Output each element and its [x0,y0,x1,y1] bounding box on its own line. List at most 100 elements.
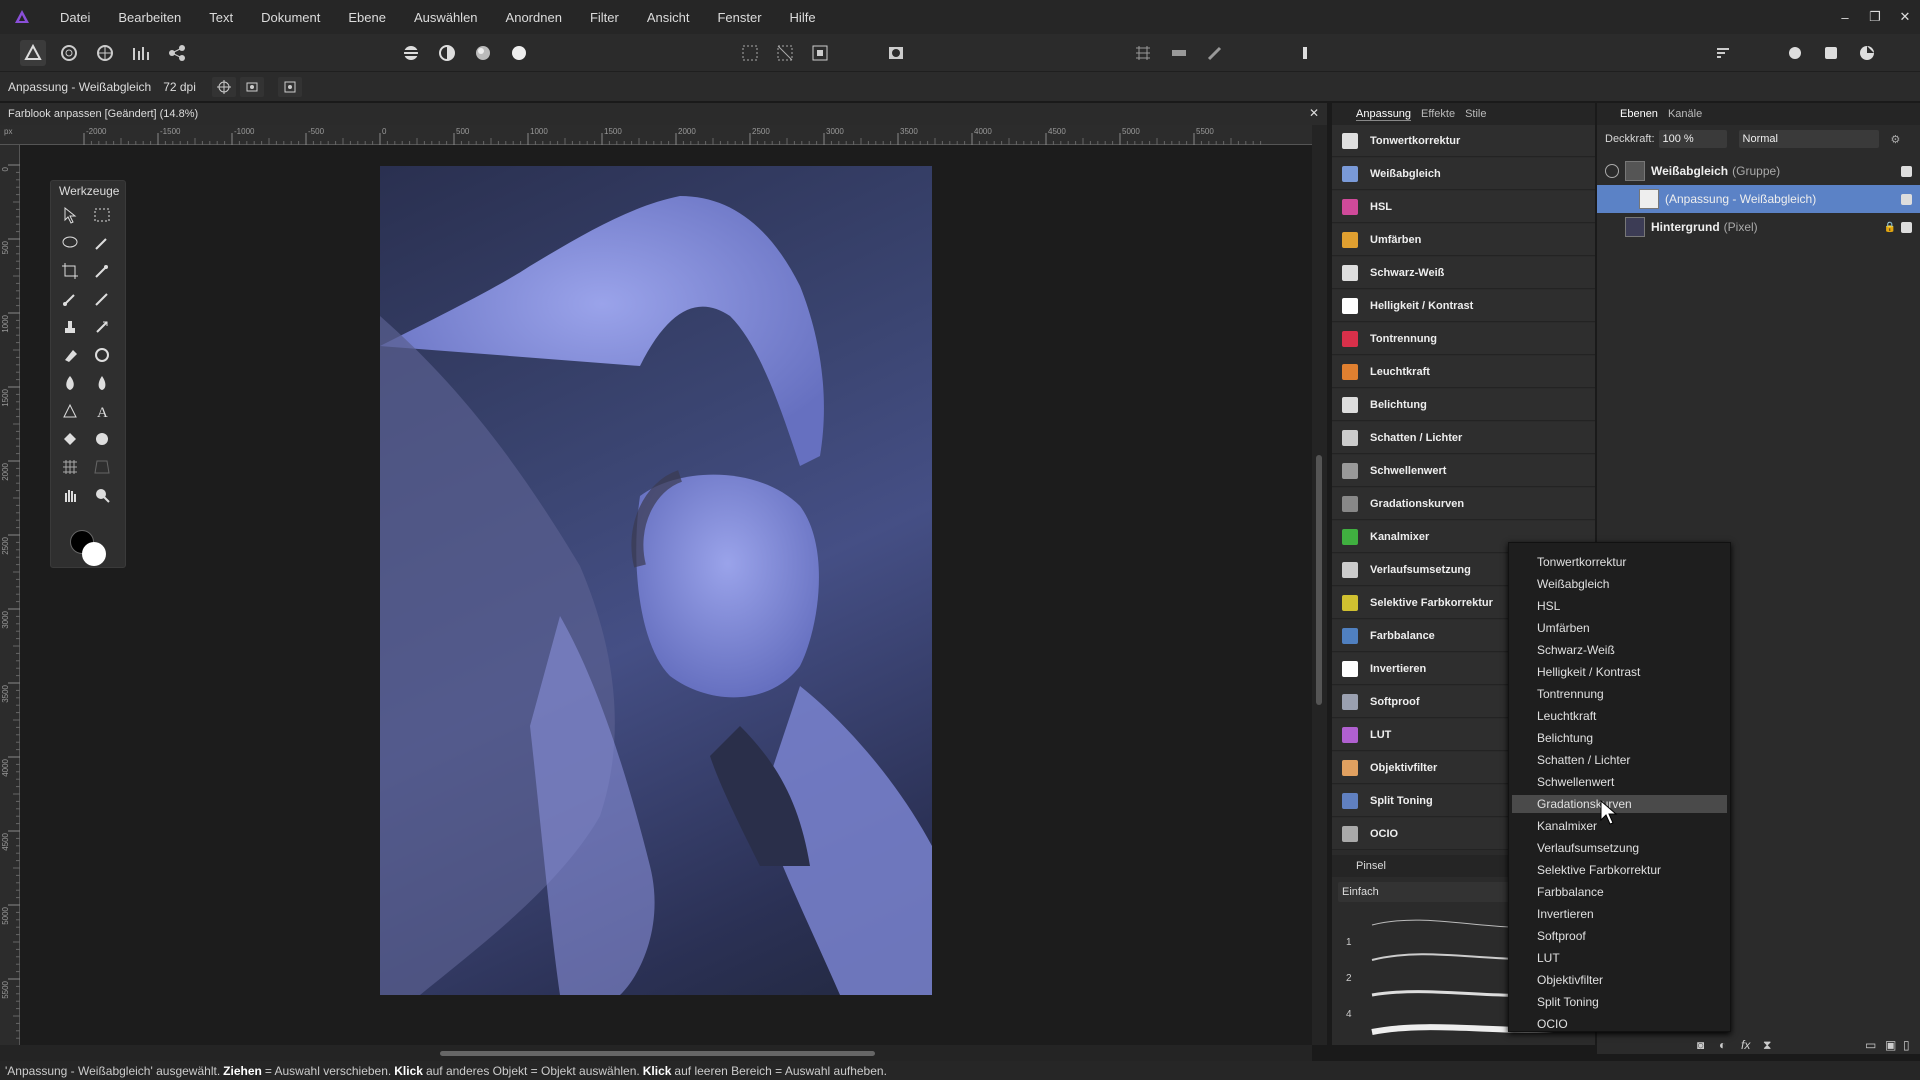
ruler-vertical[interactable]: 0 500 1000 1500 2000 2500 3000 3500 4000 4500 5000… [0,145,20,1045]
adjustment-item[interactable]: Gradationskurven [1332,488,1595,520]
adjustment-icon[interactable]: ◐ [1719,1038,1726,1052]
layer-row-selected[interactable]: (Anpassung - Weißabgleich) [1597,185,1920,213]
adjustment-item[interactable]: Schatten / Lichter [1332,422,1595,454]
gear-icon[interactable]: ⚙ [1891,133,1901,146]
restore-button[interactable]: ❐ [1860,9,1890,25]
layer-visibility-checkbox[interactable] [1901,221,1912,233]
popup-menu-item[interactable]: Objektivfilter [1512,971,1727,989]
undo-brush-tool-icon[interactable] [89,315,115,339]
menu-dokument[interactable]: Dokument [261,10,320,25]
assistant-icon[interactable] [1782,40,1808,66]
menu-filter[interactable]: Filter [590,10,619,25]
flood-fill-tool-icon[interactable] [57,427,83,451]
adjustment-item[interactable]: Schwarz-Weiß [1332,257,1595,289]
folder-icon[interactable]: ▭ [1865,1038,1876,1052]
brush-options-icon[interactable] [1202,40,1228,66]
opacity-input[interactable]: 100 % [1658,130,1727,148]
transform-origin-icon[interactable] [277,76,302,97]
popup-menu-item[interactable]: Schatten / Lichter [1512,751,1727,769]
popup-menu-item[interactable]: Schwellenwert [1512,773,1727,791]
popup-menu-item[interactable]: Split Toning [1512,993,1727,1011]
vertical-scrollbar[interactable] [1312,125,1327,1045]
healing-brush-tool-icon[interactable] [89,343,115,367]
popup-menu-item[interactable]: Kanalmixer [1512,817,1727,835]
popup-menu-item[interactable]: Selektive Farbkorrektur [1512,861,1727,879]
clone-stamp-tool-icon[interactable] [57,315,83,339]
adjustment-item[interactable]: Tonwertkorrektur [1332,125,1595,157]
layer-row[interactable]: Hintergrund (Pixel) 🔒 [1597,213,1920,241]
deselect-icon[interactable] [772,40,798,66]
liquify-persona-icon[interactable] [56,40,82,66]
tab-anpassung[interactable]: Anpassung [1356,108,1412,121]
close-window-button[interactable]: ✕ [1890,9,1920,25]
zoom-tool-icon[interactable] [89,483,115,507]
adjustment-item[interactable]: Tontrennung [1332,323,1595,355]
menu-ebene[interactable]: Ebene [348,10,386,25]
menu-hilfe[interactable]: Hilfe [790,10,816,25]
menu-bearbeiten[interactable]: Bearbeiten [118,10,181,25]
perspective-tool-icon[interactable] [89,455,115,479]
popup-menu-item[interactable]: Verlaufsumsetzung [1512,839,1727,857]
shape-tool-icon[interactable] [89,427,115,451]
layer-row[interactable]: Weißabgleich (Gruppe) [1597,157,1920,185]
new-layer-icon[interactable]: ▣ [1885,1038,1896,1052]
dodge-tool-icon[interactable] [57,371,83,395]
document-tab[interactable]: Farblook anpassen [Geändert] (14.8%) ✕ [0,103,1327,125]
tonemapping-persona-icon[interactable] [128,40,154,66]
mask-icon[interactable]: ◙ [1697,1038,1704,1052]
blur-tool-icon[interactable] [89,371,115,395]
fx-icon[interactable]: fx [1741,1038,1750,1052]
adjustment-item[interactable]: Weißabgleich [1332,158,1595,190]
adjustment-item[interactable]: Helligkeit / Kontrast [1332,290,1595,322]
mesh-warp-tool-icon[interactable] [57,455,83,479]
menu-anordnen[interactable]: Anordnen [506,10,562,25]
popup-menu-item[interactable]: Invertieren [1512,905,1727,923]
pin-icon[interactable] [1292,40,1318,66]
popup-menu-item[interactable]: Leuchtkraft [1512,707,1727,725]
popup-menu-item[interactable]: Gradationskurven [1512,795,1727,813]
auto-white-balance-icon[interactable] [506,40,532,66]
eraser-tool-icon[interactable] [57,343,83,367]
horizontal-scroll-thumb[interactable] [440,1051,875,1056]
close-document-icon[interactable]: ✕ [1309,106,1319,120]
secondary-color-swatch[interactable] [82,542,106,566]
hand-tool-icon[interactable] [57,483,83,507]
menu-fenster[interactable]: Fenster [717,10,761,25]
lasso-tool-icon[interactable] [57,231,83,255]
tab-pinsel[interactable]: Pinsel [1356,860,1386,872]
popup-menu-item[interactable]: Softproof [1512,927,1727,945]
menu-datei[interactable]: Datei [60,10,90,25]
photo-canvas-image[interactable] [380,166,932,995]
tab-kanaele[interactable]: Kanäle [1668,108,1702,120]
auto-colors-icon[interactable] [470,40,496,66]
horizontal-scrollbar[interactable] [0,1045,1312,1061]
popup-menu-item[interactable]: LUT [1512,949,1727,967]
color-picker-icon[interactable] [1854,40,1880,66]
tab-ebenen[interactable]: Ebenen [1620,108,1658,120]
align-icon[interactable] [1166,40,1192,66]
pen-tool-icon[interactable] [57,399,83,423]
menu-ansicht[interactable]: Ansicht [647,10,690,25]
tab-effekte[interactable]: Effekte [1421,108,1455,120]
rectangular-marquee-tool-icon[interactable] [89,203,115,227]
photo-persona-icon[interactable] [20,40,46,66]
auto-contrast-icon[interactable] [434,40,460,66]
pixel-brush-tool-icon[interactable] [89,287,115,311]
adjustment-item[interactable]: Schwellenwert [1332,455,1595,487]
blend-mode-select[interactable]: Normal [1738,130,1879,148]
live-filter-icon[interactable]: ⧗ [1763,1038,1771,1053]
studio-icon[interactable] [1818,40,1844,66]
expand-group-icon[interactable] [1605,164,1619,178]
adjustment-item[interactable]: Umfärben [1332,224,1595,256]
auto-levels-icon[interactable] [398,40,424,66]
adjustment-item[interactable]: Leuchtkraft [1332,356,1595,388]
paint-brush-tool-icon[interactable] [57,287,83,311]
crop-tool-icon[interactable] [57,259,83,283]
popup-menu-item[interactable]: Weißabgleich [1512,575,1727,593]
export-persona-icon[interactable] [164,40,190,66]
text-tool-icon[interactable]: A [89,399,115,423]
selection-marquee-icon[interactable] [737,40,763,66]
view-icon[interactable] [239,76,264,97]
menu-auswaehlen[interactable]: Auswählen [414,10,478,25]
develop-persona-icon[interactable] [92,40,118,66]
